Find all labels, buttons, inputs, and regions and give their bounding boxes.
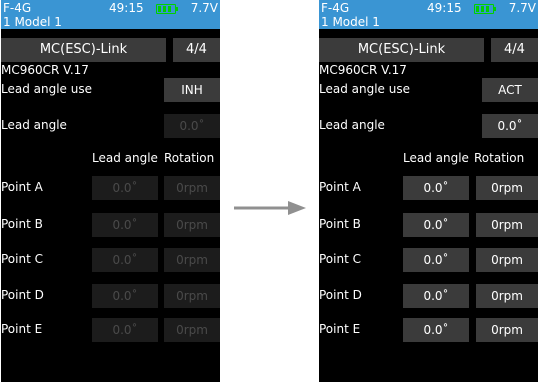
point-e-label: Point E — [1, 322, 43, 336]
transmitter-screen-before: F-4G 49:15 7.7V 1 Model 1 MC(ESC)-Link 4… — [1, 0, 220, 382]
point-b-rotation-field[interactable]: 0rpm — [164, 213, 220, 237]
point-a-angle-field[interactable]: 0.0˚ — [92, 176, 158, 200]
point-d-rotation-field[interactable]: 0rpm — [476, 284, 538, 308]
esc-link-button[interactable]: MC(ESC)-Link — [319, 38, 484, 62]
point-d-label: Point D — [319, 288, 362, 302]
column-header-lead-angle: Lead angle — [403, 151, 469, 165]
status-bar: F-4G 49:15 7.7V 1 Model 1 — [1, 0, 220, 29]
point-a-label: Point A — [1, 180, 43, 194]
point-a-rotation-field[interactable]: 0rpm — [164, 176, 220, 200]
firmware-version: MC960CR V.17 — [319, 63, 407, 77]
point-a-angle-field[interactable]: 0.0˚ — [403, 176, 469, 200]
point-b-label: Point B — [319, 217, 361, 231]
point-e-rotation-field[interactable]: 0rpm — [476, 318, 538, 342]
esc-link-button[interactable]: MC(ESC)-Link — [1, 38, 166, 62]
lead-angle-use-label: Lead angle use — [1, 82, 92, 96]
column-header-rotation: Rotation — [164, 151, 215, 165]
model-type-label: F-4G — [3, 1, 32, 15]
point-c-angle-field[interactable]: 0.0˚ — [92, 248, 158, 272]
arrow-right-icon — [234, 201, 306, 215]
point-b-rotation-field[interactable]: 0rpm — [476, 213, 538, 237]
lead-angle-field[interactable]: 0.0˚ — [482, 114, 538, 138]
point-b-label: Point B — [1, 217, 43, 231]
point-e-rotation-field[interactable]: 0rpm — [164, 318, 220, 342]
status-bar: F-4G 49:15 7.7V 1 Model 1 — [319, 0, 538, 29]
battery-voltage: 7.7V — [508, 1, 536, 15]
lead-angle-use-field[interactable]: INH — [164, 78, 220, 102]
lead-angle-label: Lead angle — [1, 118, 67, 132]
lead-angle-use-label: Lead angle use — [319, 82, 410, 96]
battery-icon — [474, 4, 496, 14]
timer-readout: 49:15 — [427, 1, 462, 15]
column-header-lead-angle: Lead angle — [92, 151, 158, 165]
point-d-label: Point D — [1, 288, 44, 302]
point-b-angle-field[interactable]: 0.0˚ — [403, 213, 469, 237]
lead-angle-field[interactable]: 0.0˚ — [164, 114, 220, 138]
model-name: 1 Model 1 — [321, 15, 380, 29]
point-d-rotation-field[interactable]: 0rpm — [164, 284, 220, 308]
transmitter-screen-after: F-4G 49:15 7.7V 1 Model 1 MC(ESC)-Link 4… — [319, 0, 538, 382]
lead-angle-use-field[interactable]: ACT — [482, 78, 538, 102]
point-b-angle-field[interactable]: 0.0˚ — [92, 213, 158, 237]
page-indicator-button[interactable]: 4/4 — [173, 38, 220, 62]
point-a-label: Point A — [319, 180, 361, 194]
point-e-angle-field[interactable]: 0.0˚ — [92, 318, 158, 342]
model-type-label: F-4G — [321, 1, 350, 15]
point-c-label: Point C — [1, 252, 43, 266]
point-c-rotation-field[interactable]: 0rpm — [476, 248, 538, 272]
battery-voltage: 7.7V — [190, 1, 218, 15]
point-c-angle-field[interactable]: 0.0˚ — [403, 248, 469, 272]
point-c-rotation-field[interactable]: 0rpm — [164, 248, 220, 272]
model-name: 1 Model 1 — [3, 15, 62, 29]
point-d-angle-field[interactable]: 0.0˚ — [403, 284, 469, 308]
point-e-label: Point E — [319, 322, 361, 336]
page-indicator-button[interactable]: 4/4 — [491, 38, 538, 62]
timer-readout: 49:15 — [109, 1, 144, 15]
point-e-angle-field[interactable]: 0.0˚ — [403, 318, 469, 342]
point-a-rotation-field[interactable]: 0rpm — [476, 176, 538, 200]
column-header-rotation: Rotation — [474, 151, 525, 165]
battery-icon — [156, 4, 178, 14]
point-c-label: Point C — [319, 252, 361, 266]
firmware-version: MC960CR V.17 — [1, 63, 89, 77]
point-d-angle-field[interactable]: 0.0˚ — [92, 284, 158, 308]
lead-angle-label: Lead angle — [319, 118, 385, 132]
